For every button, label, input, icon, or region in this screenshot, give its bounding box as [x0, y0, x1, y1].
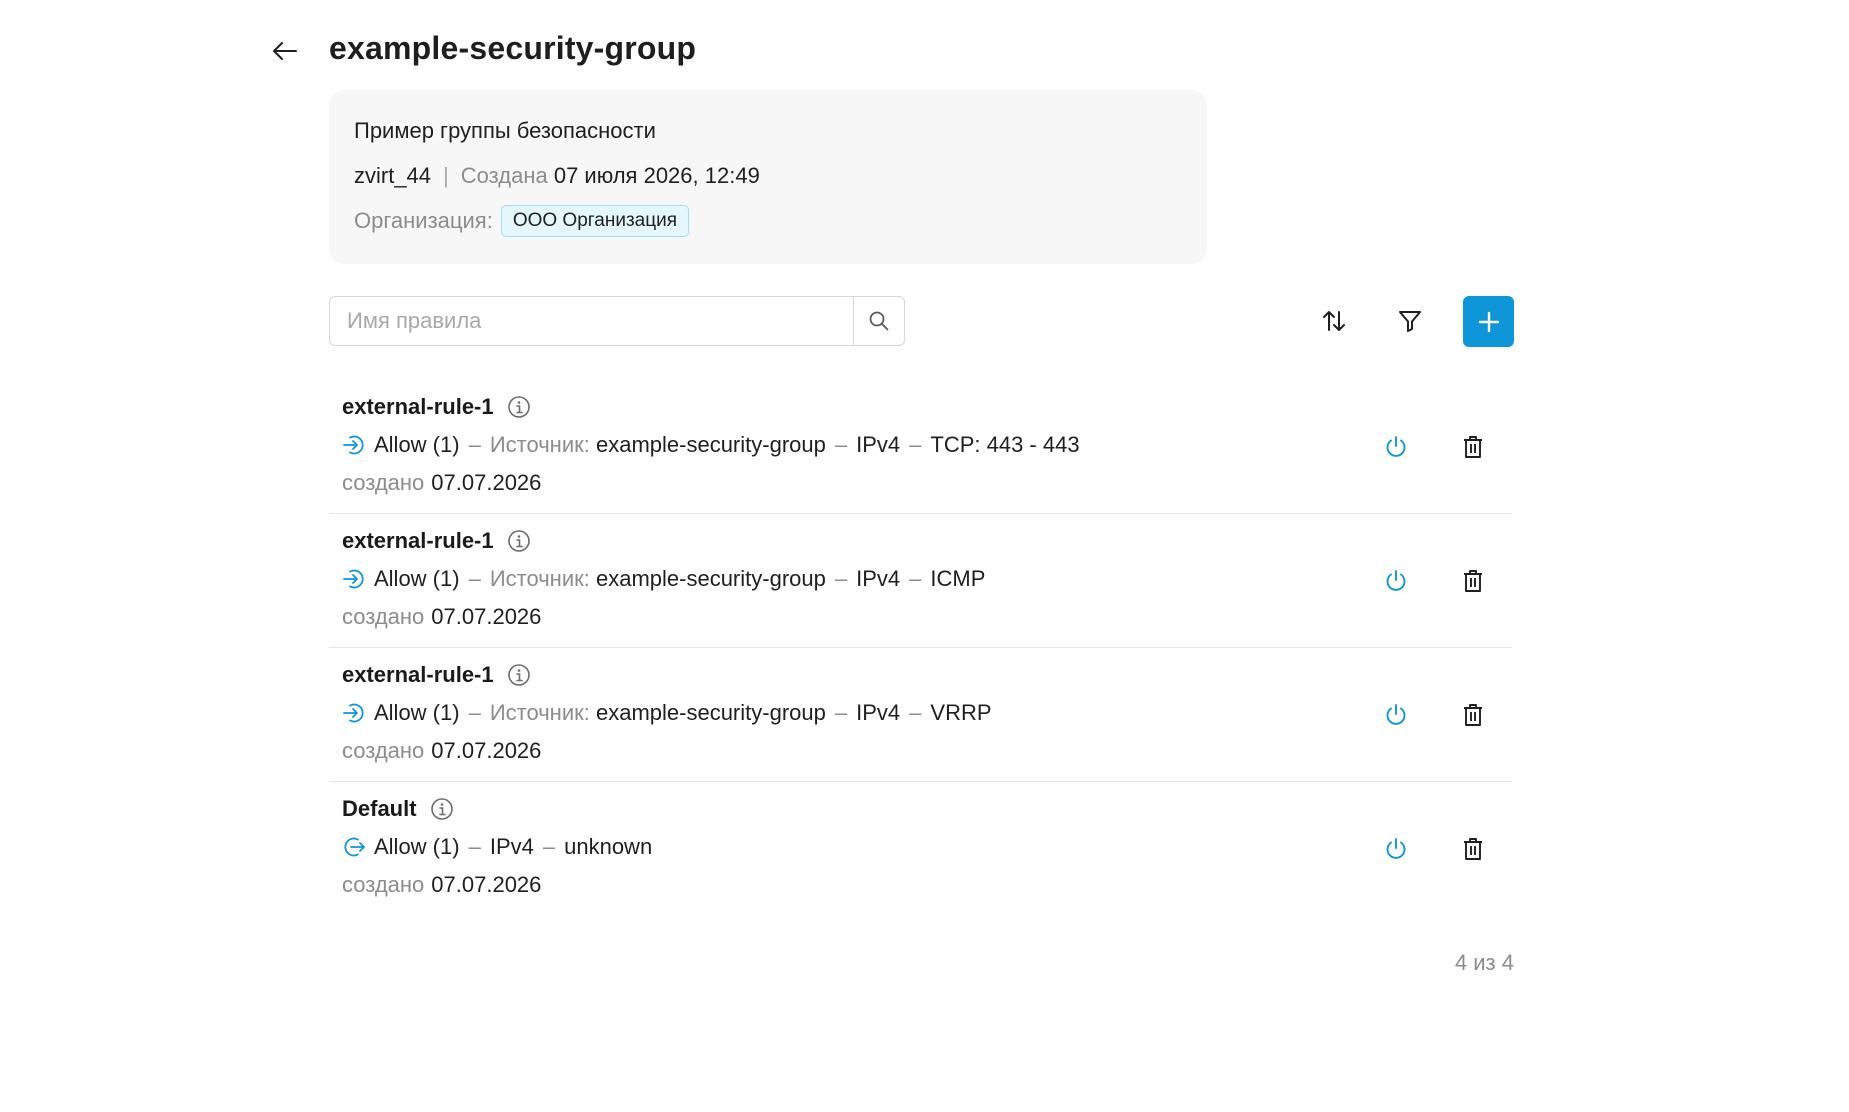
rule-action: Allow (1)	[374, 834, 460, 859]
rule-created-value: 07.07.2026	[431, 604, 542, 629]
rule-source-value: example-security-group	[595, 432, 826, 457]
filter-button[interactable]	[1388, 299, 1432, 343]
rule-action: Allow (1)	[374, 432, 460, 457]
add-rule-button[interactable]	[1463, 296, 1514, 347]
info-icon[interactable]	[430, 797, 454, 821]
rule-name: external-rule-1	[342, 528, 494, 553]
ingress-icon	[342, 567, 366, 591]
power-icon	[1386, 436, 1406, 457]
plus-icon	[1478, 311, 1499, 332]
rule-detail: Allow (1) – IPv4 – unknown	[342, 834, 652, 860]
rule-protocol: TCP: 443 - 443	[930, 432, 1080, 457]
rule-created: создано 07.07.2026	[342, 470, 541, 496]
rule-ip-version: IPv4	[856, 432, 901, 457]
rule-ip-version: IPv4	[856, 700, 901, 725]
group-description: Пример группы безопасности	[354, 118, 656, 143]
meta-separator: |	[443, 163, 449, 188]
rule-detail: Allow (1) – Источник: example-security-g…	[342, 700, 992, 726]
back-button[interactable]	[268, 34, 302, 68]
organization-label: Организация:	[354, 208, 493, 233]
rule-row: Default Allow (1) – IPv4 – unknown созда…	[329, 782, 1512, 915]
rule-protocol: ICMP	[930, 566, 986, 591]
rule-row: external-rule-1 Allow (1) – Источник: ex…	[329, 380, 1512, 514]
rule-source-value: example-security-group	[595, 700, 826, 725]
rule-created: создано 07.07.2026	[342, 604, 541, 630]
rule-source-label: Источник:	[489, 566, 590, 591]
arrow-left-icon	[273, 42, 297, 60]
rule-row: external-rule-1 Allow (1) – Источник: ex…	[329, 514, 1512, 648]
pagination-count: 4 из 4	[1454, 950, 1514, 975]
organization-badge: ООО Организация	[500, 205, 690, 237]
delete-rule-button[interactable]	[1456, 832, 1490, 866]
rule-name: Default	[342, 796, 417, 821]
organization-row: Организация: ООО Организация	[354, 205, 690, 237]
delete-rule-button[interactable]	[1456, 430, 1490, 464]
sort-icon	[1323, 311, 1345, 331]
rule-created-label: создано	[342, 738, 425, 763]
rule-created-value: 07.07.2026	[431, 738, 542, 763]
rule-protocol: VRRP	[930, 700, 992, 725]
trash-icon	[1464, 436, 1482, 458]
info-icon[interactable]	[507, 395, 531, 419]
rule-protocol: unknown	[564, 834, 653, 859]
rule-created-label: создано	[342, 872, 425, 897]
rule-created: создано 07.07.2026	[342, 738, 541, 764]
trash-icon	[1464, 704, 1482, 726]
ingress-icon	[342, 701, 366, 725]
filter-icon	[1399, 311, 1421, 332]
rule-row: external-rule-1 Allow (1) – Источник: ex…	[329, 648, 1512, 782]
power-icon	[1386, 838, 1406, 859]
toggle-rule-button[interactable]	[1379, 564, 1413, 598]
created-label: Создана	[460, 163, 548, 188]
search-box	[329, 296, 905, 346]
toggle-rule-button[interactable]	[1379, 430, 1413, 464]
delete-rule-button[interactable]	[1456, 564, 1490, 598]
info-icon[interactable]	[507, 663, 531, 687]
search-button[interactable]	[853, 297, 904, 345]
rule-created-label: создано	[342, 470, 425, 495]
rule-source-label: Источник:	[489, 700, 590, 725]
rule-detail: Allow (1) – Источник: example-security-g…	[342, 432, 1080, 458]
rule-created-value: 07.07.2026	[431, 872, 542, 897]
rule-source-value: example-security-group	[595, 566, 826, 591]
egress-icon	[342, 835, 366, 859]
rule-created-label: создано	[342, 604, 425, 629]
rule-source-label: Источник:	[489, 432, 590, 457]
delete-rule-button[interactable]	[1456, 698, 1490, 732]
rule-ip-version: IPv4	[856, 566, 901, 591]
group-meta: zvirt_44 | Создана 07 июля 2026, 12:49	[354, 163, 760, 189]
search-icon	[869, 311, 889, 331]
ingress-icon	[342, 433, 366, 457]
sort-button[interactable]	[1312, 299, 1356, 343]
rule-created: создано 07.07.2026	[342, 872, 541, 898]
rule-detail: Allow (1) – Источник: example-security-g…	[342, 566, 985, 592]
rule-name: external-rule-1	[342, 662, 494, 687]
rule-action: Allow (1)	[374, 700, 460, 725]
created-value: 07 июля 2026, 12:49	[553, 163, 760, 188]
owner-name: zvirt_44	[354, 163, 432, 188]
rule-ip-version: IPv4	[489, 834, 534, 859]
rule-list: external-rule-1 Allow (1) – Источник: ex…	[329, 380, 1512, 915]
info-icon[interactable]	[507, 529, 531, 553]
power-icon	[1386, 704, 1406, 725]
page-title: example-security-group	[329, 30, 697, 66]
toggle-rule-button[interactable]	[1379, 832, 1413, 866]
trash-icon	[1464, 838, 1482, 860]
trash-icon	[1464, 570, 1482, 592]
rule-name: external-rule-1	[342, 394, 494, 419]
search-input[interactable]	[330, 297, 853, 345]
power-icon	[1386, 570, 1406, 591]
rule-action: Allow (1)	[374, 566, 460, 591]
rule-created-value: 07.07.2026	[431, 470, 542, 495]
toggle-rule-button[interactable]	[1379, 698, 1413, 732]
